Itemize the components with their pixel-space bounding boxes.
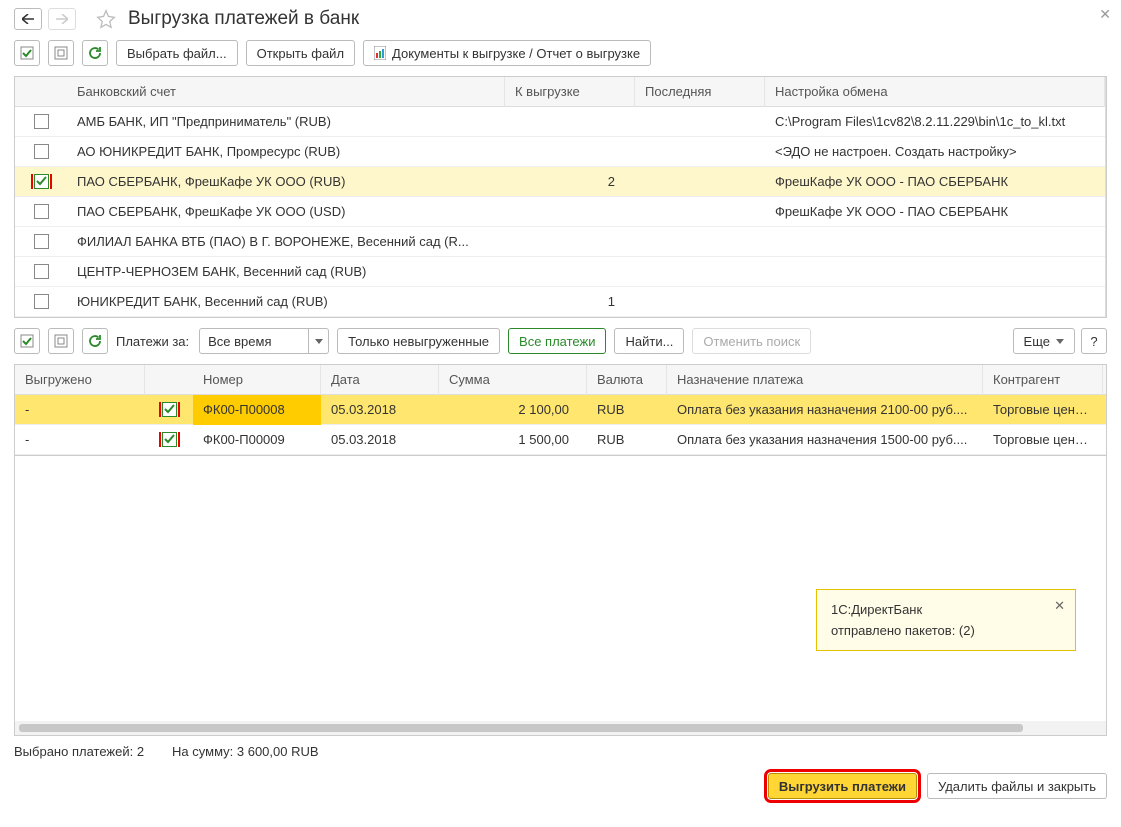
- payments-hscrollbar[interactable]: [15, 721, 1106, 735]
- favorite-star-icon[interactable]: [96, 9, 116, 29]
- docs-report-button[interactable]: Документы к выгрузке / Отчет о выгрузке: [363, 40, 651, 66]
- toast-body: отправлено пакетов: (2): [831, 623, 1061, 638]
- only-not-exported-button[interactable]: Только невыгруженные: [337, 328, 500, 354]
- payments-header: Выгружено Номер Дата Сумма Валюта Назнач…: [15, 365, 1106, 395]
- col-counterparty[interactable]: Контрагент: [983, 365, 1103, 395]
- payment-number: ФК00-П00009: [193, 425, 321, 455]
- more-label: Еще: [1024, 334, 1050, 349]
- payments-empty-area: ✕ 1С:ДиректБанк отправлено пакетов: (2): [14, 456, 1107, 736]
- payment-amount: 1 500,00: [439, 425, 587, 455]
- payment-amount: 2 100,00: [439, 395, 587, 425]
- choose-file-button[interactable]: Выбрать файл...: [116, 40, 238, 66]
- uncheck-all-button[interactable]: [48, 40, 74, 66]
- toast-title: 1С:ДиректБанк: [831, 602, 1061, 617]
- toast-close-icon[interactable]: ✕: [1054, 598, 1065, 614]
- account-row[interactable]: АМБ БАНК, ИП "Предприниматель" (RUB) C:\P…: [15, 107, 1105, 137]
- account-name: АМБ БАНК, ИП "Предприниматель" (RUB): [67, 107, 505, 137]
- payment-currency: RUB: [587, 425, 667, 455]
- payments-uncheck-all-button[interactable]: [48, 328, 74, 354]
- checkbox[interactable]: [34, 144, 49, 159]
- account-name: ЮНИКРЕДИТ БАНК, Весенний сад (RUB): [67, 287, 505, 317]
- col-number[interactable]: Номер: [193, 365, 321, 395]
- period-select[interactable]: Все время: [199, 328, 309, 354]
- account-row[interactable]: ПАО СБЕРБАНК, ФрешКафе УК ООО (RUB)2 Фреш…: [15, 167, 1105, 197]
- account-exchange: C:\Program Files\1cv82\8.2.11.229\bin\1c…: [765, 107, 1105, 137]
- checkbox[interactable]: [34, 264, 49, 279]
- report-icon: [374, 46, 386, 60]
- col-amount[interactable]: Сумма: [439, 365, 587, 395]
- cancel-search-button: Отменить поиск: [692, 328, 811, 354]
- col-date[interactable]: Дата: [321, 365, 439, 395]
- account-row[interactable]: ЮНИКРЕДИТ БАНК, Весенний сад (RUB)1: [15, 287, 1105, 317]
- account-name: ПАО СБЕРБАНК, ФрешКафе УК ООО (RUB): [67, 167, 505, 197]
- col-purpose[interactable]: Назначение платежа: [667, 365, 983, 395]
- payment-number: ФК00-П00008: [193, 395, 321, 425]
- page-title: Выгрузка платежей в банк: [128, 8, 359, 30]
- check-all-button[interactable]: [14, 40, 40, 66]
- account-name: ЦЕНТР-ЧЕРНОЗЕМ БАНК, Весенний сад (RUB): [67, 257, 505, 287]
- payment-date: 05.03.2018: [321, 425, 439, 455]
- account-toexport: 2: [505, 167, 635, 197]
- payment-counterparty: Торговые центры -: [983, 425, 1103, 455]
- account-toexport: 1: [505, 287, 635, 317]
- nav-forward-button: [48, 8, 76, 30]
- payment-purpose: Оплата без указания назначения 2100-00 р…: [667, 395, 983, 425]
- status-sum: На сумму: 3 600,00 RUB: [172, 744, 319, 759]
- payment-counterparty: Торговые центры -: [983, 395, 1103, 425]
- checkbox[interactable]: [34, 174, 49, 189]
- col-toexport[interactable]: К выгрузке: [505, 77, 635, 107]
- checkbox[interactable]: [34, 294, 49, 309]
- account-row[interactable]: ЦЕНТР-ЧЕРНОЗЕМ БАНК, Весенний сад (RUB): [15, 257, 1105, 287]
- nav-back-button[interactable]: [14, 8, 42, 30]
- payments-period-label: Платежи за:: [116, 334, 189, 349]
- open-file-button[interactable]: Открыть файл: [246, 40, 355, 66]
- account-name: ФИЛИАЛ БАНКА ВТБ (ПАО) В Г. ВОРОНЕЖЕ, Ве…: [67, 227, 505, 257]
- checkbox[interactable]: [34, 114, 49, 129]
- col-exported[interactable]: Выгружено: [15, 365, 145, 395]
- col-currency[interactable]: Валюта: [587, 365, 667, 395]
- col-exchange[interactable]: Настройка обмена: [765, 77, 1105, 107]
- account-row[interactable]: АО ЮНИКРЕДИТ БАНК, Промресурс (RUB) <ЭДО …: [15, 137, 1105, 167]
- checkbox[interactable]: [34, 234, 49, 249]
- checkbox[interactable]: [162, 432, 177, 447]
- export-payments-button[interactable]: Выгрузить платежи: [768, 773, 917, 799]
- delete-files-close-button[interactable]: Удалить файлы и закрыть: [927, 773, 1107, 799]
- accounts-table: Банковский счет К выгрузке Последняя Нас…: [14, 76, 1107, 318]
- payments-refresh-button[interactable]: [82, 328, 108, 354]
- account-name: ПАО СБЕРБАНК, ФрешКафе УК ООО (USD): [67, 197, 505, 227]
- help-button[interactable]: ?: [1081, 328, 1107, 354]
- payments-table: Выгружено Номер Дата Сумма Валюта Назнач…: [14, 364, 1107, 456]
- col-account[interactable]: Банковский счет: [67, 77, 505, 107]
- col-last[interactable]: Последняя: [635, 77, 765, 107]
- account-exchange: ФрешКафе УК ООО - ПАО СБЕРБАНК: [765, 167, 1105, 197]
- directbank-toast: ✕ 1С:ДиректБанк отправлено пакетов: (2): [816, 589, 1076, 651]
- find-button[interactable]: Найти...: [614, 328, 684, 354]
- account-row[interactable]: ПАО СБЕРБАНК, ФрешКафе УК ООО (USD) ФрешК…: [15, 197, 1105, 227]
- account-exchange: ФрешКафе УК ООО - ПАО СБЕРБАНК: [765, 197, 1105, 227]
- payment-currency: RUB: [587, 395, 667, 425]
- accounts-scrollbar[interactable]: [1105, 77, 1106, 317]
- close-icon[interactable]: ✕: [1099, 6, 1111, 23]
- payments-check-all-button[interactable]: [14, 328, 40, 354]
- all-payments-button[interactable]: Все платежи: [508, 328, 606, 354]
- account-name: АО ЮНИКРЕДИТ БАНК, Промресурс (RUB): [67, 137, 505, 167]
- payment-row[interactable]: - ФК00-П0000905.03.20181 500,00RUBОплата …: [15, 425, 1106, 455]
- chevron-down-icon: [1056, 339, 1064, 344]
- more-button[interactable]: Еще: [1013, 328, 1075, 354]
- payment-exported: -: [15, 395, 145, 425]
- payment-exported: -: [15, 425, 145, 455]
- status-selected: Выбрано платежей: 2: [14, 744, 144, 759]
- payment-date: 05.03.2018: [321, 395, 439, 425]
- period-dropdown-icon[interactable]: [309, 328, 329, 354]
- payment-purpose: Оплата без указания назначения 1500-00 р…: [667, 425, 983, 455]
- account-row[interactable]: ФИЛИАЛ БАНКА ВТБ (ПАО) В Г. ВОРОНЕЖЕ, Ве…: [15, 227, 1105, 257]
- refresh-button[interactable]: [82, 40, 108, 66]
- docs-report-label: Документы к выгрузке / Отчет о выгрузке: [392, 46, 640, 61]
- accounts-header: Банковский счет К выгрузке Последняя Нас…: [15, 77, 1105, 107]
- checkbox[interactable]: [162, 402, 177, 417]
- account-exchange: <ЭДО не настроен. Создать настройку>: [765, 137, 1105, 167]
- payment-row[interactable]: - ФК00-П0000805.03.20182 100,00RUBОплата …: [15, 395, 1106, 425]
- checkbox[interactable]: [34, 204, 49, 219]
